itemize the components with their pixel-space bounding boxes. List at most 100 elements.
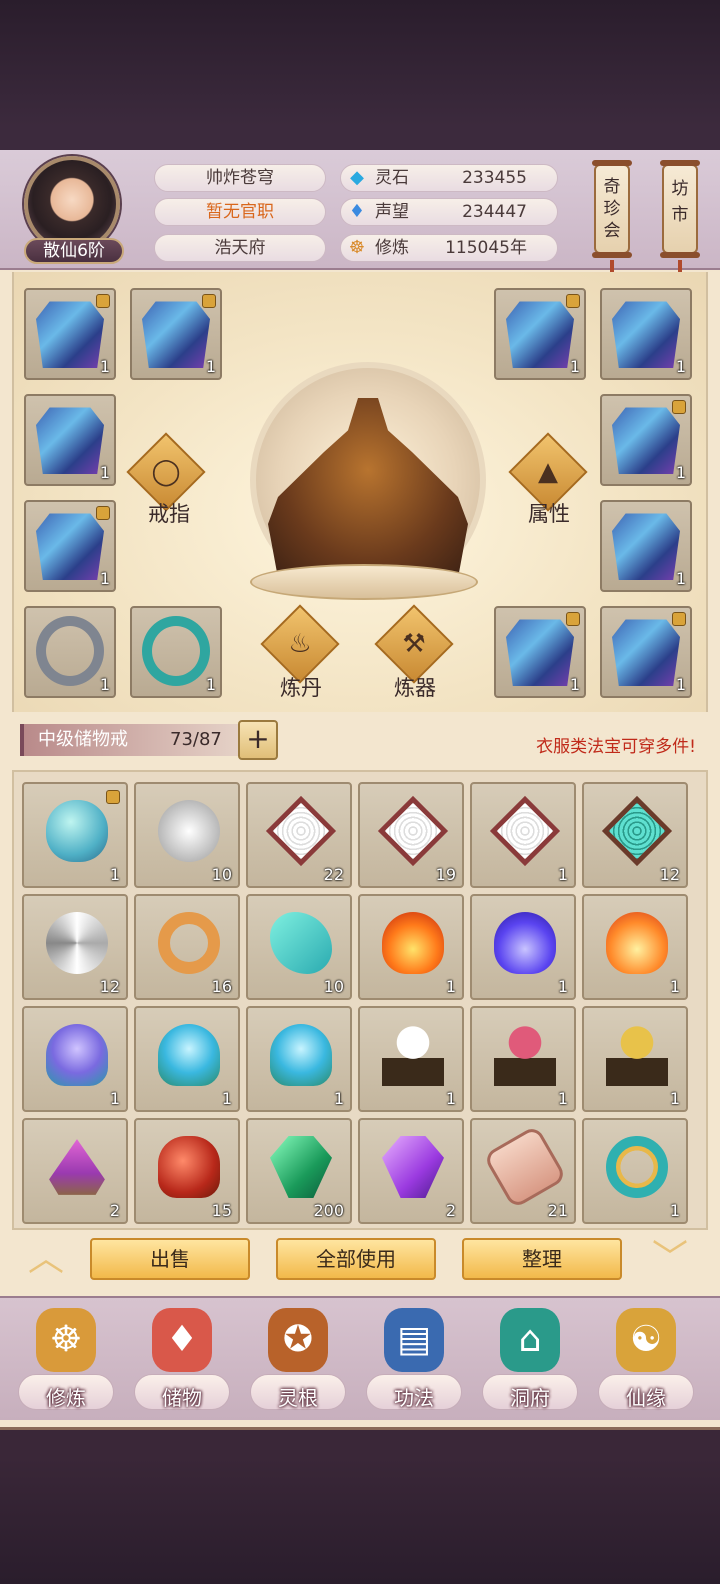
- inventory-item[interactable]: 10: [246, 894, 352, 1000]
- inventory-item[interactable]: 19: [358, 782, 464, 888]
- robe-icon: [36, 407, 104, 474]
- item-art-icon: [382, 1136, 444, 1198]
- page-down-button[interactable]: ﹀: [642, 1238, 698, 1280]
- item-count: 1: [557, 1089, 568, 1108]
- pedestal: [250, 564, 478, 600]
- expand-storage-button[interactable]: +: [238, 720, 278, 760]
- inventory-item[interactable]: 1: [582, 1118, 688, 1224]
- item-count: 1: [205, 675, 216, 694]
- bottom-nav: ☸ 修炼 ♦ 储物 ✪ 灵根 ▤ 功法 ⌂ 洞府 ☯ 仙缘: [0, 1296, 720, 1420]
- avatar-block[interactable]: 散仙6阶: [18, 156, 130, 268]
- inventory-item[interactable]: 1: [582, 1006, 688, 1112]
- inventory-item[interactable]: 10: [134, 782, 240, 888]
- inventory-item[interactable]: 16: [134, 894, 240, 1000]
- inventory-item[interactable]: 15: [134, 1118, 240, 1224]
- item-art-icon: [382, 1024, 444, 1086]
- equip-slot[interactable]: 1: [24, 394, 116, 486]
- residence[interactable]: 浩天府: [154, 234, 326, 262]
- equip-slot[interactable]: 1: [600, 288, 692, 380]
- sort-button[interactable]: 整理: [462, 1238, 622, 1280]
- inventory-item[interactable]: 2: [22, 1118, 128, 1224]
- lock-icon: [202, 294, 216, 308]
- nav-item[interactable]: ⌂ 洞府: [478, 1308, 582, 1418]
- inventory-item[interactable]: 1: [470, 1006, 576, 1112]
- use-all-button[interactable]: 全部使用: [276, 1238, 436, 1280]
- equipment-panel: 1 1 1 1 1 1 1 1 1 1 1 1 ◯ 戒指 ▲ 属性 ♨ 炼丹 ⚒…: [12, 272, 708, 712]
- item-count: 19: [435, 865, 456, 884]
- market-button[interactable]: 坊市: [660, 160, 700, 258]
- inventory-item[interactable]: 12: [582, 782, 688, 888]
- inventory-item[interactable]: 21: [470, 1118, 576, 1224]
- robe-icon: [612, 513, 680, 580]
- item-art-icon: [46, 800, 108, 862]
- inventory-item[interactable]: 200: [246, 1118, 352, 1224]
- cultivation-icon: ☸: [348, 237, 366, 258]
- inventory-item[interactable]: 1: [358, 894, 464, 1000]
- equip-slot[interactable]: 1: [494, 288, 586, 380]
- item-art-icon: [494, 912, 556, 974]
- inventory-item[interactable]: 12: [22, 894, 128, 1000]
- inventory-item[interactable]: 1: [582, 894, 688, 1000]
- market-label: 坊市: [671, 179, 689, 225]
- inventory-item[interactable]: 1: [22, 782, 128, 888]
- item-art-icon: [265, 795, 337, 867]
- inventory-item[interactable]: 1: [134, 1006, 240, 1112]
- sell-button[interactable]: 出售: [90, 1238, 250, 1280]
- equip-slot[interactable]: 1: [494, 606, 586, 698]
- equip-slot[interactable]: 1: [24, 500, 116, 592]
- inventory-item[interactable]: 1: [470, 782, 576, 888]
- treasure-pavilion-button[interactable]: 奇珍会: [592, 160, 632, 258]
- inventory-item[interactable]: 1: [22, 1006, 128, 1112]
- stat-spirit-stone: ◆ 灵石 233455: [340, 164, 558, 192]
- nav-item[interactable]: ✪ 灵根: [246, 1308, 350, 1418]
- item-art-icon: [382, 912, 444, 974]
- inventory-item[interactable]: 1: [246, 1006, 352, 1112]
- equip-slot[interactable]: 1: [24, 288, 116, 380]
- treasure-pavilion-label: 奇珍会: [603, 177, 621, 241]
- nav-icon: ✪: [268, 1308, 328, 1372]
- nav-item[interactable]: ♦ 储物: [130, 1308, 234, 1418]
- equip-slot[interactable]: 1: [24, 606, 116, 698]
- inventory-item[interactable]: 1: [358, 1006, 464, 1112]
- equip-slot[interactable]: 1: [600, 394, 692, 486]
- attributes-button-label: 属性: [528, 502, 570, 526]
- nav-item[interactable]: ☸ 修炼: [14, 1308, 118, 1418]
- robe-icon: [612, 301, 680, 368]
- item-count: 1: [333, 1089, 344, 1108]
- equip-slot[interactable]: 1: [600, 500, 692, 592]
- item-art-icon: [606, 1136, 668, 1198]
- item-art-icon: [46, 1024, 108, 1086]
- item-art-icon: [494, 1024, 556, 1086]
- equip-slot[interactable]: 1: [130, 606, 222, 698]
- robe-icon: [142, 301, 210, 368]
- equip-slot[interactable]: 1: [130, 288, 222, 380]
- robe-icon: [36, 513, 104, 580]
- nav-item[interactable]: ☯ 仙缘: [594, 1308, 698, 1418]
- robe-icon: [506, 619, 574, 686]
- equip-slot[interactable]: 1: [600, 606, 692, 698]
- item-count: 1: [99, 357, 110, 376]
- nav-icon: ☯: [616, 1308, 676, 1372]
- rank-badge: 散仙6阶: [24, 238, 124, 264]
- inventory-item[interactable]: 1: [470, 894, 576, 1000]
- item-art-icon: [46, 912, 108, 974]
- item-count: 2: [445, 1201, 456, 1220]
- item-count: 1: [445, 977, 456, 996]
- inventory-item[interactable]: 2: [358, 1118, 464, 1224]
- inventory-item[interactable]: 22: [246, 782, 352, 888]
- official-post[interactable]: 暂无官职: [154, 198, 326, 226]
- lock-icon: [106, 790, 120, 804]
- player-header: 散仙6阶 帅炸苍穹 暂无官职 浩天府 ◆ 灵石 233455 ♦ 声望 2344…: [0, 150, 720, 290]
- reputation-icon: ♦: [348, 201, 366, 222]
- lock-icon: [96, 294, 110, 308]
- item-art-icon: [606, 912, 668, 974]
- page-up-button[interactable]: ︿: [18, 1238, 74, 1280]
- item-count: 1: [109, 1089, 120, 1108]
- item-count: 1: [109, 865, 120, 884]
- item-art-icon: [49, 1139, 105, 1195]
- item-count: 12: [659, 865, 680, 884]
- item-art-icon: [489, 795, 561, 867]
- nav-item[interactable]: ▤ 功法: [362, 1308, 466, 1418]
- hat-icon: ▲: [538, 457, 558, 487]
- item-count: 1: [669, 1089, 680, 1108]
